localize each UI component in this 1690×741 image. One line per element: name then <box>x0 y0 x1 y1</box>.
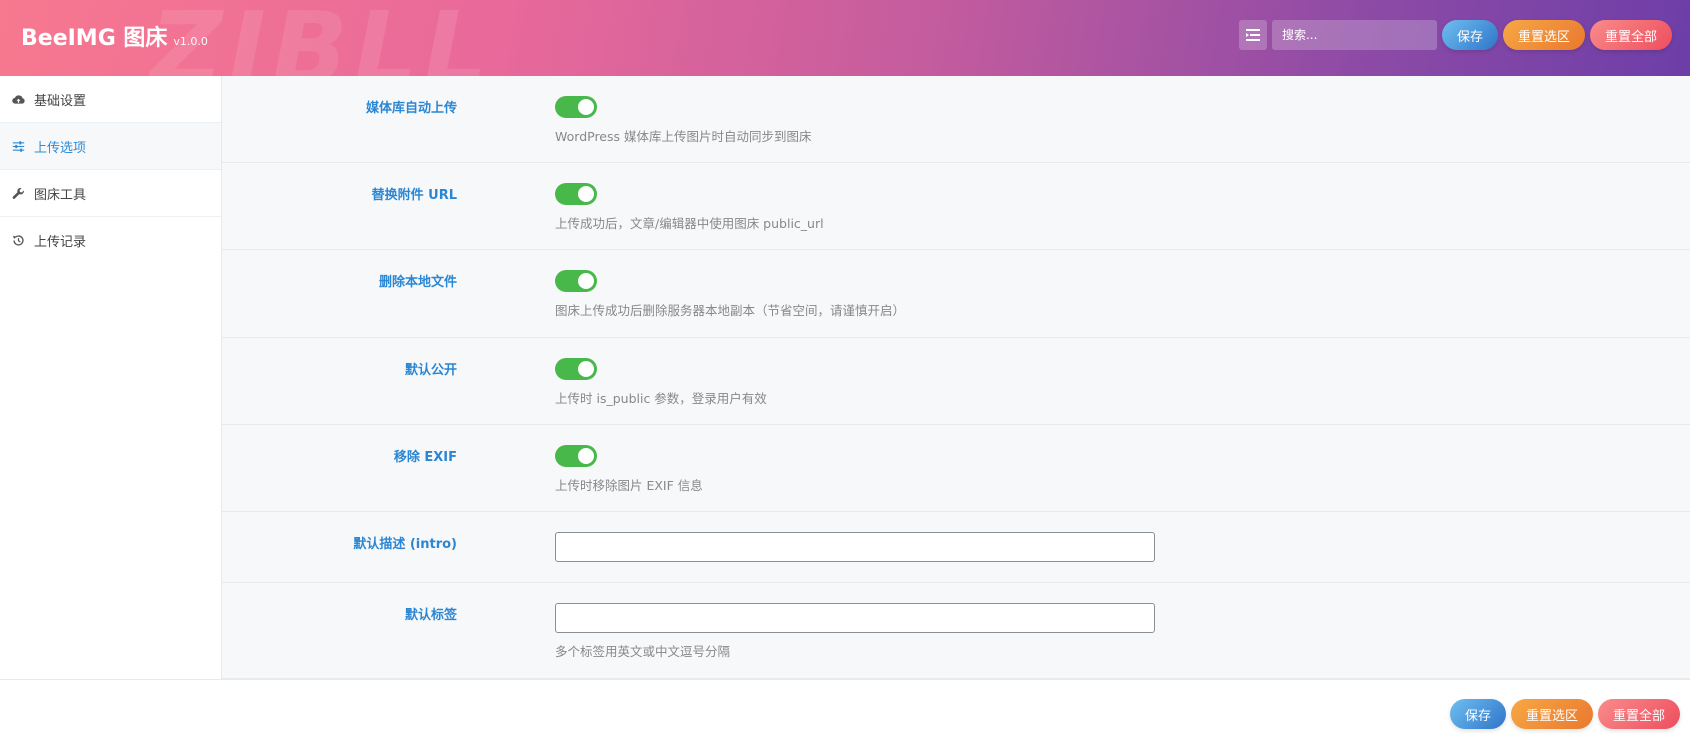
setting-row-media-auto-upload: 媒体库自动上传 WordPress 媒体库上传图片时自动同步到图床 <box>222 76 1690 163</box>
default-tags-input[interactable] <box>555 603 1155 633</box>
footer-reset-section-button[interactable]: 重置选区 <box>1510 699 1593 729</box>
history-icon <box>11 234 25 248</box>
setting-row-delete-local-file: 删除本地文件 图床上传成功后删除服务器本地副本（节省空间，请谨慎开启） <box>222 250 1690 338</box>
remove-exif-toggle[interactable] <box>555 445 597 467</box>
setting-description: 多个标签用英文或中文逗号分隔 <box>555 644 731 659</box>
setting-label: 默认描述 (intro) <box>353 537 457 552</box>
media-auto-upload-toggle[interactable] <box>555 96 597 118</box>
setting-label: 默认公开 <box>404 363 457 378</box>
settings-panel: 媒体库自动上传 WordPress 媒体库上传图片时自动同步到图床 替换附件 U… <box>222 76 1690 679</box>
sidebar-item-label: 上传记录 <box>34 235 87 250</box>
sidebar-item-upload-options[interactable]: 上传选项 <box>0 123 221 170</box>
setting-description: 图床上传成功后删除服务器本地副本（节省空间，请谨慎开启） <box>555 303 906 318</box>
sidebar-item-upload-history[interactable]: 上传记录 <box>0 217 221 264</box>
setting-row-default-intro: 默认描述 (intro) <box>222 512 1690 583</box>
sidebar-item-basic-settings[interactable]: 基础设置 <box>0 76 221 123</box>
sidebar: 基础设置 上传选项 图床工具 上传记录 <box>0 76 222 679</box>
wrench-icon <box>11 186 25 200</box>
setting-description: 上传时移除图片 EXIF 信息 <box>555 478 703 493</box>
footer-save-button[interactable]: 保存 <box>1449 699 1506 729</box>
cloud-upload-icon <box>11 92 25 106</box>
settings-app: ZIBLL BeeIMG 图床 v1.0.0 保存 重置选区 重置全部 <box>0 0 1690 741</box>
sliders-icon <box>11 139 25 153</box>
delete-local-toggle[interactable] <box>555 270 597 292</box>
app-title: BeeIMG 图床 <box>21 26 168 51</box>
expand-all-button[interactable] <box>1238 20 1267 50</box>
header-reset-all-button[interactable]: 重置全部 <box>1589 20 1672 50</box>
list-expand-icon <box>1245 29 1260 41</box>
replace-url-toggle[interactable] <box>555 183 597 205</box>
setting-label: 默认标签 <box>404 608 457 623</box>
footer-toolbar: 保存 重置选区 重置全部 <box>1449 699 1680 729</box>
setting-label: 移除 EXIF <box>393 450 457 465</box>
search-input[interactable] <box>1271 20 1437 50</box>
sidebar-item-label: 上传选项 <box>34 140 87 156</box>
default-intro-input[interactable] <box>555 532 1155 562</box>
setting-label: 替换附件 URL <box>371 188 457 203</box>
setting-description: 上传成功后，文章/编辑器中使用图床 public_url <box>555 216 824 231</box>
setting-label: 媒体库自动上传 <box>365 101 457 116</box>
header-toolbar: 保存 重置选区 重置全部 <box>1238 20 1672 50</box>
setting-row-replace-attachment-url: 替换附件 URL 上传成功后，文章/编辑器中使用图床 public_url <box>222 163 1690 250</box>
setting-row-default-tags: 默认标签 多个标签用英文或中文逗号分隔 <box>222 583 1690 679</box>
default-public-toggle[interactable] <box>555 358 597 380</box>
setting-description: WordPress 媒体库上传图片时自动同步到图床 <box>555 129 812 144</box>
setting-description: 上传时 is_public 参数，登录用户有效 <box>555 391 767 406</box>
sidebar-item-label: 基础设置 <box>34 93 87 109</box>
sidebar-item-label: 图床工具 <box>34 187 87 203</box>
footer-reset-all-button[interactable]: 重置全部 <box>1597 699 1680 729</box>
header-bar: ZIBLL BeeIMG 图床 v1.0.0 保存 重置选区 重置全部 <box>0 0 1690 76</box>
footer-bar: 保存 重置选区 重置全部 <box>0 679 1690 741</box>
app-version: v1.0.0 <box>173 35 208 48</box>
setting-row-default-public: 默认公开 上传时 is_public 参数，登录用户有效 <box>222 338 1690 425</box>
header-reset-section-button[interactable]: 重置选区 <box>1502 20 1585 50</box>
setting-label: 删除本地文件 <box>378 275 457 290</box>
sidebar-item-image-tools[interactable]: 图床工具 <box>0 170 221 217</box>
setting-row-remove-exif: 移除 EXIF 上传时移除图片 EXIF 信息 <box>222 425 1690 512</box>
header-save-button[interactable]: 保存 <box>1441 20 1498 50</box>
app-brand: BeeIMG 图床 v1.0.0 <box>21 20 208 52</box>
